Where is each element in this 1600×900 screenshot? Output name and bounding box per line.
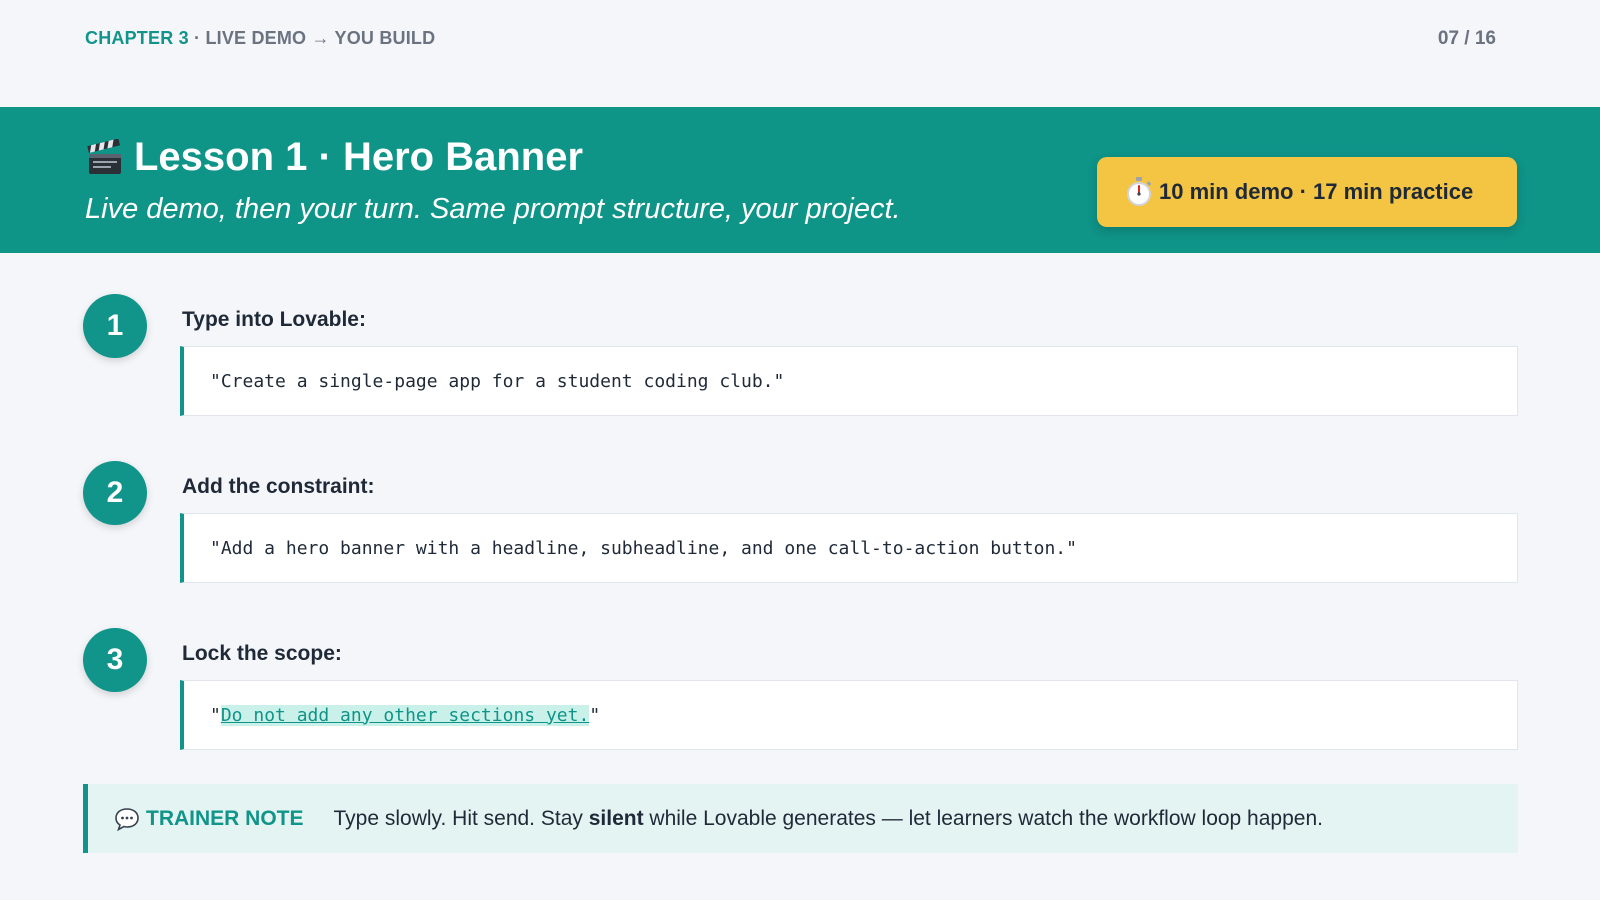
slide-header: CHAPTER 3 · LIVE DEMO → YOU BUILD 07 / 1… <box>0 0 1600 80</box>
step-label: Add the constraint: <box>182 475 375 498</box>
prompt-highlight-link[interactable]: Do not add any other sections yet. <box>220 704 590 726</box>
prompt-quote-close: " <box>589 704 601 726</box>
step-1: 1 Type into Lovable: "Create a single-pa… <box>83 294 1518 434</box>
prompt-text: "Create a single-page app for a student … <box>210 370 785 392</box>
step-number: 2 <box>83 461 147 525</box>
breadcrumb-separator: · <box>188 28 206 48</box>
step-label: Lock the scope: <box>182 642 342 665</box>
step-2: 2 Add the constraint: "Add a hero banner… <box>83 461 1518 601</box>
lesson-hero-banner: Lesson 1 · Hero Banner Live demo, then y… <box>0 107 1600 253</box>
prompt-quote-open: " <box>210 704 221 726</box>
step-number: 1 <box>83 294 147 358</box>
prompt-box: "Add a hero banner with a headline, subh… <box>180 513 1518 583</box>
chapter-breadcrumb: CHAPTER 3 · LIVE DEMO → YOU BUILD <box>85 28 435 49</box>
trainer-note: TRAINER NOTE Type slowly. Hit send. Stay… <box>83 784 1518 853</box>
step-label: Type into Lovable: <box>182 308 366 331</box>
lesson-title-text: Lesson 1 · Hero Banner <box>134 135 584 179</box>
time-badge-label: 10 min demo · 17 min practice <box>1159 179 1474 204</box>
step-number: 3 <box>83 628 147 692</box>
note-text-after: while Lovable generates — let learners w… <box>643 806 1323 830</box>
time-badge: 10 min demo · 17 min practice <box>1097 157 1517 227</box>
prompt-box: " Do not add any other sections yet. " <box>180 680 1518 750</box>
page-number: 07 / 16 <box>1437 28 1496 49</box>
note-text-bold: silent <box>588 806 644 830</box>
trainer-note-label: TRAINER NOTE <box>114 807 304 831</box>
stopwatch-icon <box>1123 176 1155 208</box>
step-3: 3 Lock the scope: " Do not add any other … <box>83 628 1518 768</box>
chapter-label: CHAPTER 3 <box>85 28 189 48</box>
speech-bubble-icon <box>114 807 140 831</box>
trainer-note-title: TRAINER NOTE <box>146 806 304 830</box>
prompt-text: "Add a hero banner with a headline, subh… <box>210 537 1077 559</box>
note-text-before: Type slowly. Hit send. Stay <box>333 806 589 830</box>
trainer-note-text: Type slowly. Hit send. Stay silent while… <box>334 807 1323 831</box>
chapter-subtitle: LIVE DEMO → YOU BUILD <box>205 28 436 48</box>
prompt-box: "Create a single-page app for a student … <box>180 346 1518 416</box>
clapper-board-icon <box>86 137 124 177</box>
lesson-title: Lesson 1 · Hero Banner <box>86 135 583 180</box>
lesson-subtitle: Live demo, then your turn. Same prompt s… <box>85 193 901 225</box>
